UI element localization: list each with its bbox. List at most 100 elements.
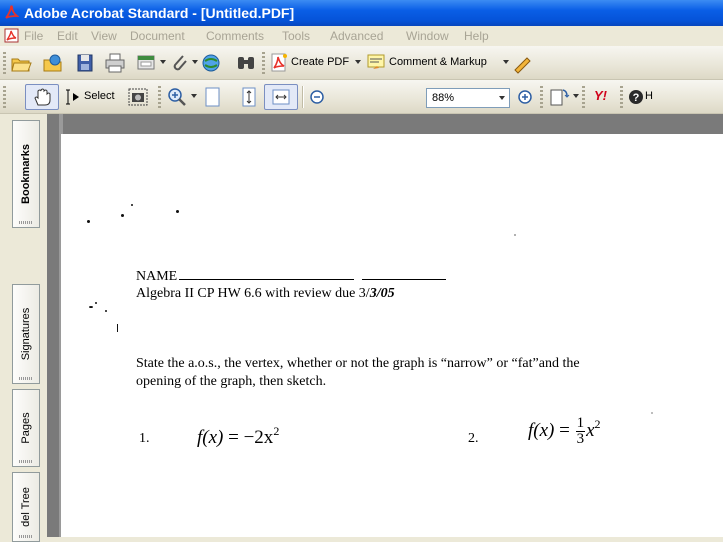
help-label[interactable]: H (645, 90, 653, 102)
name-line: NAME (136, 269, 447, 285)
assignment-header: Algebra II CP HW 6.6 with review due 3/3… (136, 286, 395, 302)
problem-1-lhs: f(x) (197, 427, 224, 448)
toolbar-grip[interactable] (158, 86, 161, 108)
create-pdf-label[interactable]: Create PDF (291, 56, 349, 68)
name-blank-line-2 (362, 279, 447, 280)
email-dropdown-arrow[interactable] (160, 60, 166, 64)
menu-document[interactable]: Document (130, 29, 185, 43)
menu-comments[interactable]: Comments (206, 29, 264, 43)
zoom-level-value[interactable]: 88% (432, 92, 454, 104)
scan-speck (131, 204, 133, 206)
fit-height-icon[interactable] (238, 86, 260, 108)
tools-toolbar: Select Y! ? H (0, 80, 723, 114)
problem-2-variable: x (586, 419, 595, 441)
tab-signatures[interactable]: Signatures (12, 284, 40, 384)
menu-advanced[interactable]: Advanced (330, 29, 383, 43)
select-text-icon[interactable] (62, 86, 84, 108)
tab-grip (19, 460, 33, 463)
comment-markup-label[interactable]: Comment & Markup (389, 56, 487, 68)
select-label[interactable]: Select (84, 90, 115, 102)
zoom-in-icon[interactable] (166, 86, 188, 108)
print-icon[interactable] (104, 52, 126, 74)
file-toolbar: Create PDF Comment & Markup (0, 46, 723, 80)
menu-view[interactable]: View (91, 29, 117, 43)
scan-speck (514, 234, 516, 236)
problem-2-exponent: 2 (594, 416, 601, 431)
navigation-pane: Bookmarks Signatures Pages del Tree (0, 114, 47, 542)
problem-1-rhs: = −2x (228, 427, 274, 448)
scan-speck (105, 310, 107, 312)
menu-help[interactable]: Help (464, 29, 489, 43)
menu-file[interactable]: File (24, 29, 43, 43)
document-view[interactable]: NAME Algebra II CP HW 6.6 with review du… (47, 114, 723, 537)
toolbar-grip[interactable] (620, 86, 623, 108)
toolbar-grip[interactable] (582, 86, 585, 108)
menu-tools[interactable]: Tools (282, 29, 310, 43)
problem-2-lhs: f(x) (528, 419, 555, 441)
problem-2-equation: f(x) = 1 3 x2 (528, 416, 601, 447)
problem-1-number: 1. (139, 431, 150, 446)
open-folder-icon[interactable] (10, 52, 32, 74)
zoom-in-plus-icon[interactable] (514, 86, 536, 108)
organizer-icon[interactable] (42, 52, 64, 74)
create-pdf-dropdown-arrow[interactable] (355, 60, 361, 64)
toolbar-grip[interactable] (3, 86, 6, 108)
web-capture-icon[interactable] (200, 52, 222, 74)
acrobat-logo-icon (5, 5, 19, 19)
scan-speck (87, 220, 90, 223)
problem-1-exponent: 2 (273, 424, 280, 438)
zoom-level-field[interactable]: 88% (426, 88, 510, 108)
problem-2-fraction-numerator: 1 (575, 415, 586, 432)
toolbar-grip[interactable] (262, 52, 265, 74)
signature-pen-icon[interactable] (512, 52, 534, 74)
scan-speck (95, 302, 97, 304)
comment-markup-dropdown-arrow[interactable] (503, 60, 509, 64)
save-icon[interactable] (74, 52, 96, 74)
rotate-page-icon[interactable] (548, 86, 570, 108)
help-icon[interactable]: ? (625, 86, 647, 108)
toolbar-grip[interactable] (3, 52, 6, 74)
snapshot-icon[interactable] (127, 86, 149, 108)
hand-tool-icon[interactable] (31, 86, 53, 108)
scan-speck (117, 324, 118, 332)
fit-width-icon[interactable] (270, 86, 292, 108)
attach-icon[interactable] (168, 52, 190, 74)
problem-1-equation: f(x) = −2x2 (197, 424, 279, 449)
zoom-dropdown-arrow[interactable] (191, 94, 197, 98)
instructions-line-1: State the a.o.s., the vertex, whether or… (136, 356, 580, 371)
tab-pages-label: Pages (20, 412, 32, 444)
zoom-out-minus-icon[interactable] (306, 86, 328, 108)
pdf-page[interactable]: NAME Algebra II CP HW 6.6 with review du… (61, 134, 723, 537)
problem-2-fraction-denominator: 3 (576, 431, 585, 447)
tab-grip (19, 377, 33, 380)
tab-pages[interactable]: Pages (12, 389, 40, 467)
tab-signatures-label: Signatures (20, 307, 32, 361)
rotate-dropdown-arrow[interactable] (573, 94, 579, 98)
single-page-icon[interactable] (201, 86, 223, 108)
attach-dropdown-arrow[interactable] (192, 60, 198, 64)
tab-bookmarks[interactable]: Bookmarks (12, 120, 40, 228)
tab-model-tree[interactable]: del Tree (12, 472, 40, 542)
instructions-line-2: opening of the graph, then sketch. (136, 374, 327, 389)
create-pdf-icon[interactable] (268, 52, 290, 74)
scan-speck (651, 412, 653, 414)
toolbar-separator (302, 86, 303, 108)
scan-speck (121, 214, 124, 217)
menu-edit[interactable]: Edit (57, 29, 78, 43)
scan-speck (89, 306, 93, 308)
scan-speck (176, 210, 179, 213)
comment-markup-icon[interactable] (365, 52, 387, 74)
menu-window[interactable]: Window (406, 29, 449, 43)
email-icon[interactable] (135, 52, 157, 74)
name-label: NAME (136, 269, 178, 284)
svg-text:?: ? (633, 92, 640, 104)
tab-bookmarks-label: Bookmarks (20, 144, 32, 204)
find-binoculars-icon[interactable] (235, 52, 257, 74)
zoom-level-dropdown-arrow[interactable] (499, 96, 505, 100)
problem-2-equals: = (559, 419, 570, 441)
acrobat-menu-icon[interactable] (4, 28, 19, 43)
title-bar: Adobe Acrobat Standard - [Untitled.PDF] (0, 0, 723, 26)
problem-2-number: 2. (468, 431, 479, 446)
toolbar-grip[interactable] (540, 86, 543, 108)
yahoo-icon[interactable]: Y! (594, 88, 607, 103)
